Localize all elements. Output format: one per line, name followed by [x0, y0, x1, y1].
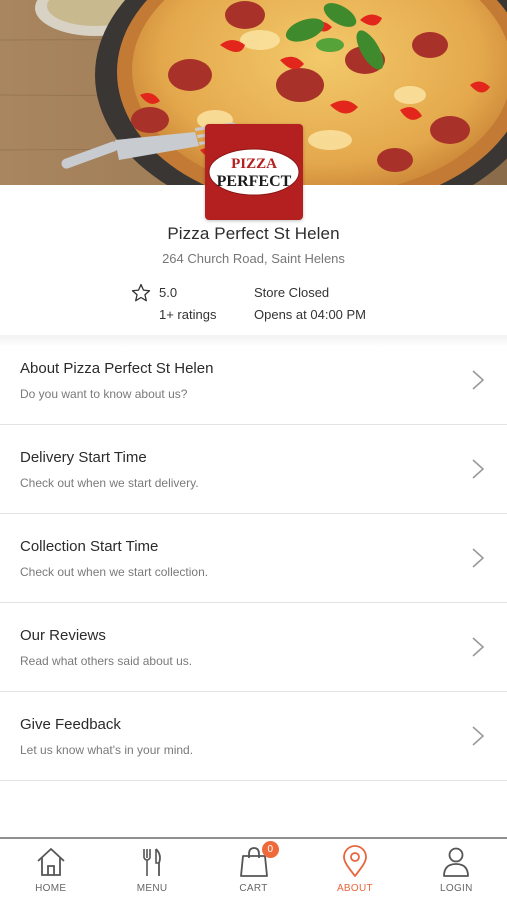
star-icon — [131, 283, 151, 302]
nav-menu-label: MENU — [136, 883, 168, 894]
store-opening-time: Opens at 04:00 PM — [254, 307, 367, 322]
info-item-about[interactable]: About Pizza Perfect St Helen Do you want… — [0, 336, 507, 425]
logo-text-bottom: PERFECT — [217, 173, 292, 190]
rating-count: 1+ ratings — [159, 307, 217, 322]
nav-login[interactable]: LOGIN — [406, 839, 507, 900]
store-address: 264 Church Road, Saint Helens — [162, 251, 345, 266]
store-name: Pizza Perfect St Helen — [167, 224, 340, 243]
info-item-delivery-time[interactable]: Delivery Start Time Check out when we st… — [0, 425, 507, 514]
chevron-right-icon — [472, 548, 485, 568]
nav-about[interactable]: ABOUT — [304, 839, 405, 900]
chevron-right-icon — [472, 459, 485, 479]
bottom-nav: HOME MENU 0 CART ABOUT LOGIN — [0, 837, 507, 900]
info-item-title: Our Reviews — [20, 627, 106, 644]
rating-value: 5.0 — [159, 285, 178, 300]
fork-knife-icon — [143, 848, 161, 876]
info-item-subtitle: Let us know what's in your mind. — [20, 743, 194, 757]
nav-home[interactable]: HOME — [0, 839, 101, 900]
nav-home-label: HOME — [35, 883, 67, 894]
chevron-right-icon — [472, 726, 485, 746]
info-item-collection-time[interactable]: Collection Start Time Check out when we … — [0, 514, 507, 603]
store-logo: PIZZA PERFECT — [205, 124, 303, 220]
info-item-subtitle: Check out when we start collection. — [20, 565, 209, 579]
info-item-reviews[interactable]: Our Reviews Read what others said about … — [0, 603, 507, 692]
cart-count-badge: 0 — [261, 841, 279, 858]
chevron-right-icon — [472, 637, 485, 657]
info-item-title: Give Feedback — [20, 716, 121, 733]
store-status: Store Closed — [254, 285, 330, 300]
info-item-subtitle: Read what others said about us. — [20, 654, 193, 668]
home-icon — [37, 848, 65, 876]
nav-cart[interactable]: 0 CART — [203, 839, 304, 900]
nav-menu[interactable]: MENU — [101, 839, 202, 900]
nav-about-label: ABOUT — [336, 883, 373, 894]
info-item-subtitle: Do you want to know about us? — [20, 387, 188, 401]
info-item-title: Collection Start Time — [20, 538, 159, 555]
info-item-title: Delivery Start Time — [20, 449, 147, 466]
info-list: About Pizza Perfect St Helen Do you want… — [0, 335, 507, 781]
info-item-subtitle: Check out when we start delivery. — [20, 476, 199, 490]
user-icon — [443, 847, 470, 877]
info-item-feedback[interactable]: Give Feedback Let us know what's in your… — [0, 692, 507, 781]
location-pin-icon — [343, 845, 367, 877]
nav-cart-label: CART — [239, 883, 268, 894]
info-item-title: About Pizza Perfect St Helen — [20, 360, 214, 377]
nav-login-label: LOGIN — [440, 883, 473, 894]
logo-text-top: PIZZA — [231, 156, 277, 172]
chevron-right-icon — [472, 370, 485, 390]
